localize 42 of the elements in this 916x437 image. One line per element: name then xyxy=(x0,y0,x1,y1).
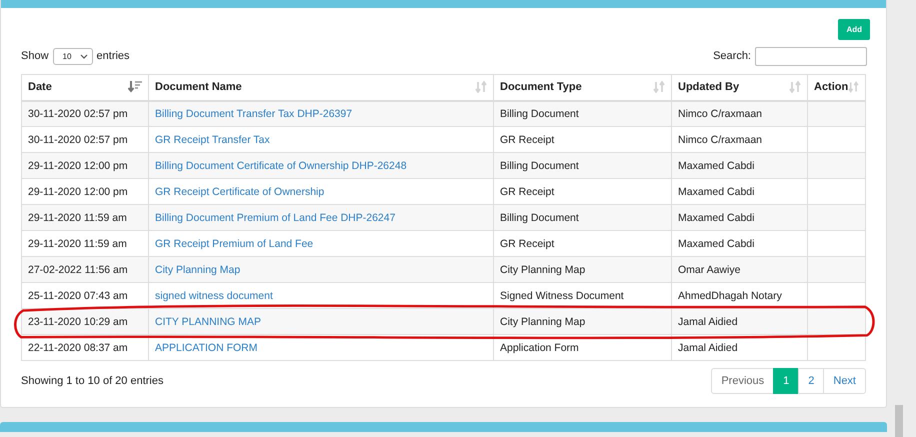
date-cell: 22-11-2020 08:37 am xyxy=(22,334,148,360)
action-cell xyxy=(808,308,866,334)
updated-by-cell: Maxamed Cabdi xyxy=(672,204,808,230)
updated-by-cell: Omar Aawiye xyxy=(672,256,808,282)
updated-by-cell: Maxamed Cabdi xyxy=(672,152,808,178)
add-button[interactable]: Add xyxy=(838,19,870,40)
action-cell xyxy=(808,256,866,282)
entries-info: Showing 1 to 10 of 20 entries xyxy=(21,375,164,387)
action-cell xyxy=(808,204,866,230)
updated-by-cell: Jamal Aidied xyxy=(672,334,808,360)
document-link[interactable]: City Planning Map xyxy=(155,264,240,276)
document-link[interactable]: CITY PLANNING MAP xyxy=(155,316,261,328)
scrollbar-thumb[interactable] xyxy=(894,405,902,437)
updated-by-cell: Jamal Aidied xyxy=(672,308,808,334)
date-cell: 29-11-2020 11:59 am xyxy=(22,204,148,230)
document-type-cell: Billing Document xyxy=(494,100,672,126)
pagination-button[interactable]: Previous xyxy=(711,368,774,394)
document-link[interactable]: GR Receipt Transfer Tax xyxy=(155,134,270,146)
pagination-button[interactable]: 2 xyxy=(798,368,824,394)
document-type-cell: Application Form xyxy=(494,334,672,360)
date-cell: 30-11-2020 02:57 pm xyxy=(22,100,148,126)
entries-label: entries xyxy=(96,50,130,62)
document-type-cell: Billing Document xyxy=(494,204,672,230)
document-link[interactable]: APPLICATION FORM xyxy=(155,342,258,354)
document-type-cell: Billing Document xyxy=(494,152,672,178)
action-cell xyxy=(808,334,866,360)
search-field[interactable] xyxy=(755,46,867,66)
search-label: Search: xyxy=(713,50,751,62)
date-cell: 23-11-2020 10:29 am xyxy=(22,308,148,334)
document-link[interactable]: signed witness document xyxy=(155,290,273,302)
entries-select[interactable]: 10 xyxy=(52,48,93,64)
document-type-cell: City Planning Map xyxy=(494,256,672,282)
document-type-cell: City Planning Map xyxy=(494,308,672,334)
action-cell xyxy=(808,100,866,126)
pagination-button[interactable]: 1 xyxy=(773,368,800,394)
updated-by-cell: Nimco C/raxmaan xyxy=(672,100,808,126)
chevron-down-icon xyxy=(80,54,88,58)
action-cell xyxy=(808,152,866,178)
pagination-button[interactable]: Next xyxy=(823,368,866,394)
show-label: Show xyxy=(21,50,49,62)
date-cell: 27-02-2022 11:56 am xyxy=(22,256,148,282)
date-cell: 29-11-2020 12:00 pm xyxy=(22,152,148,178)
